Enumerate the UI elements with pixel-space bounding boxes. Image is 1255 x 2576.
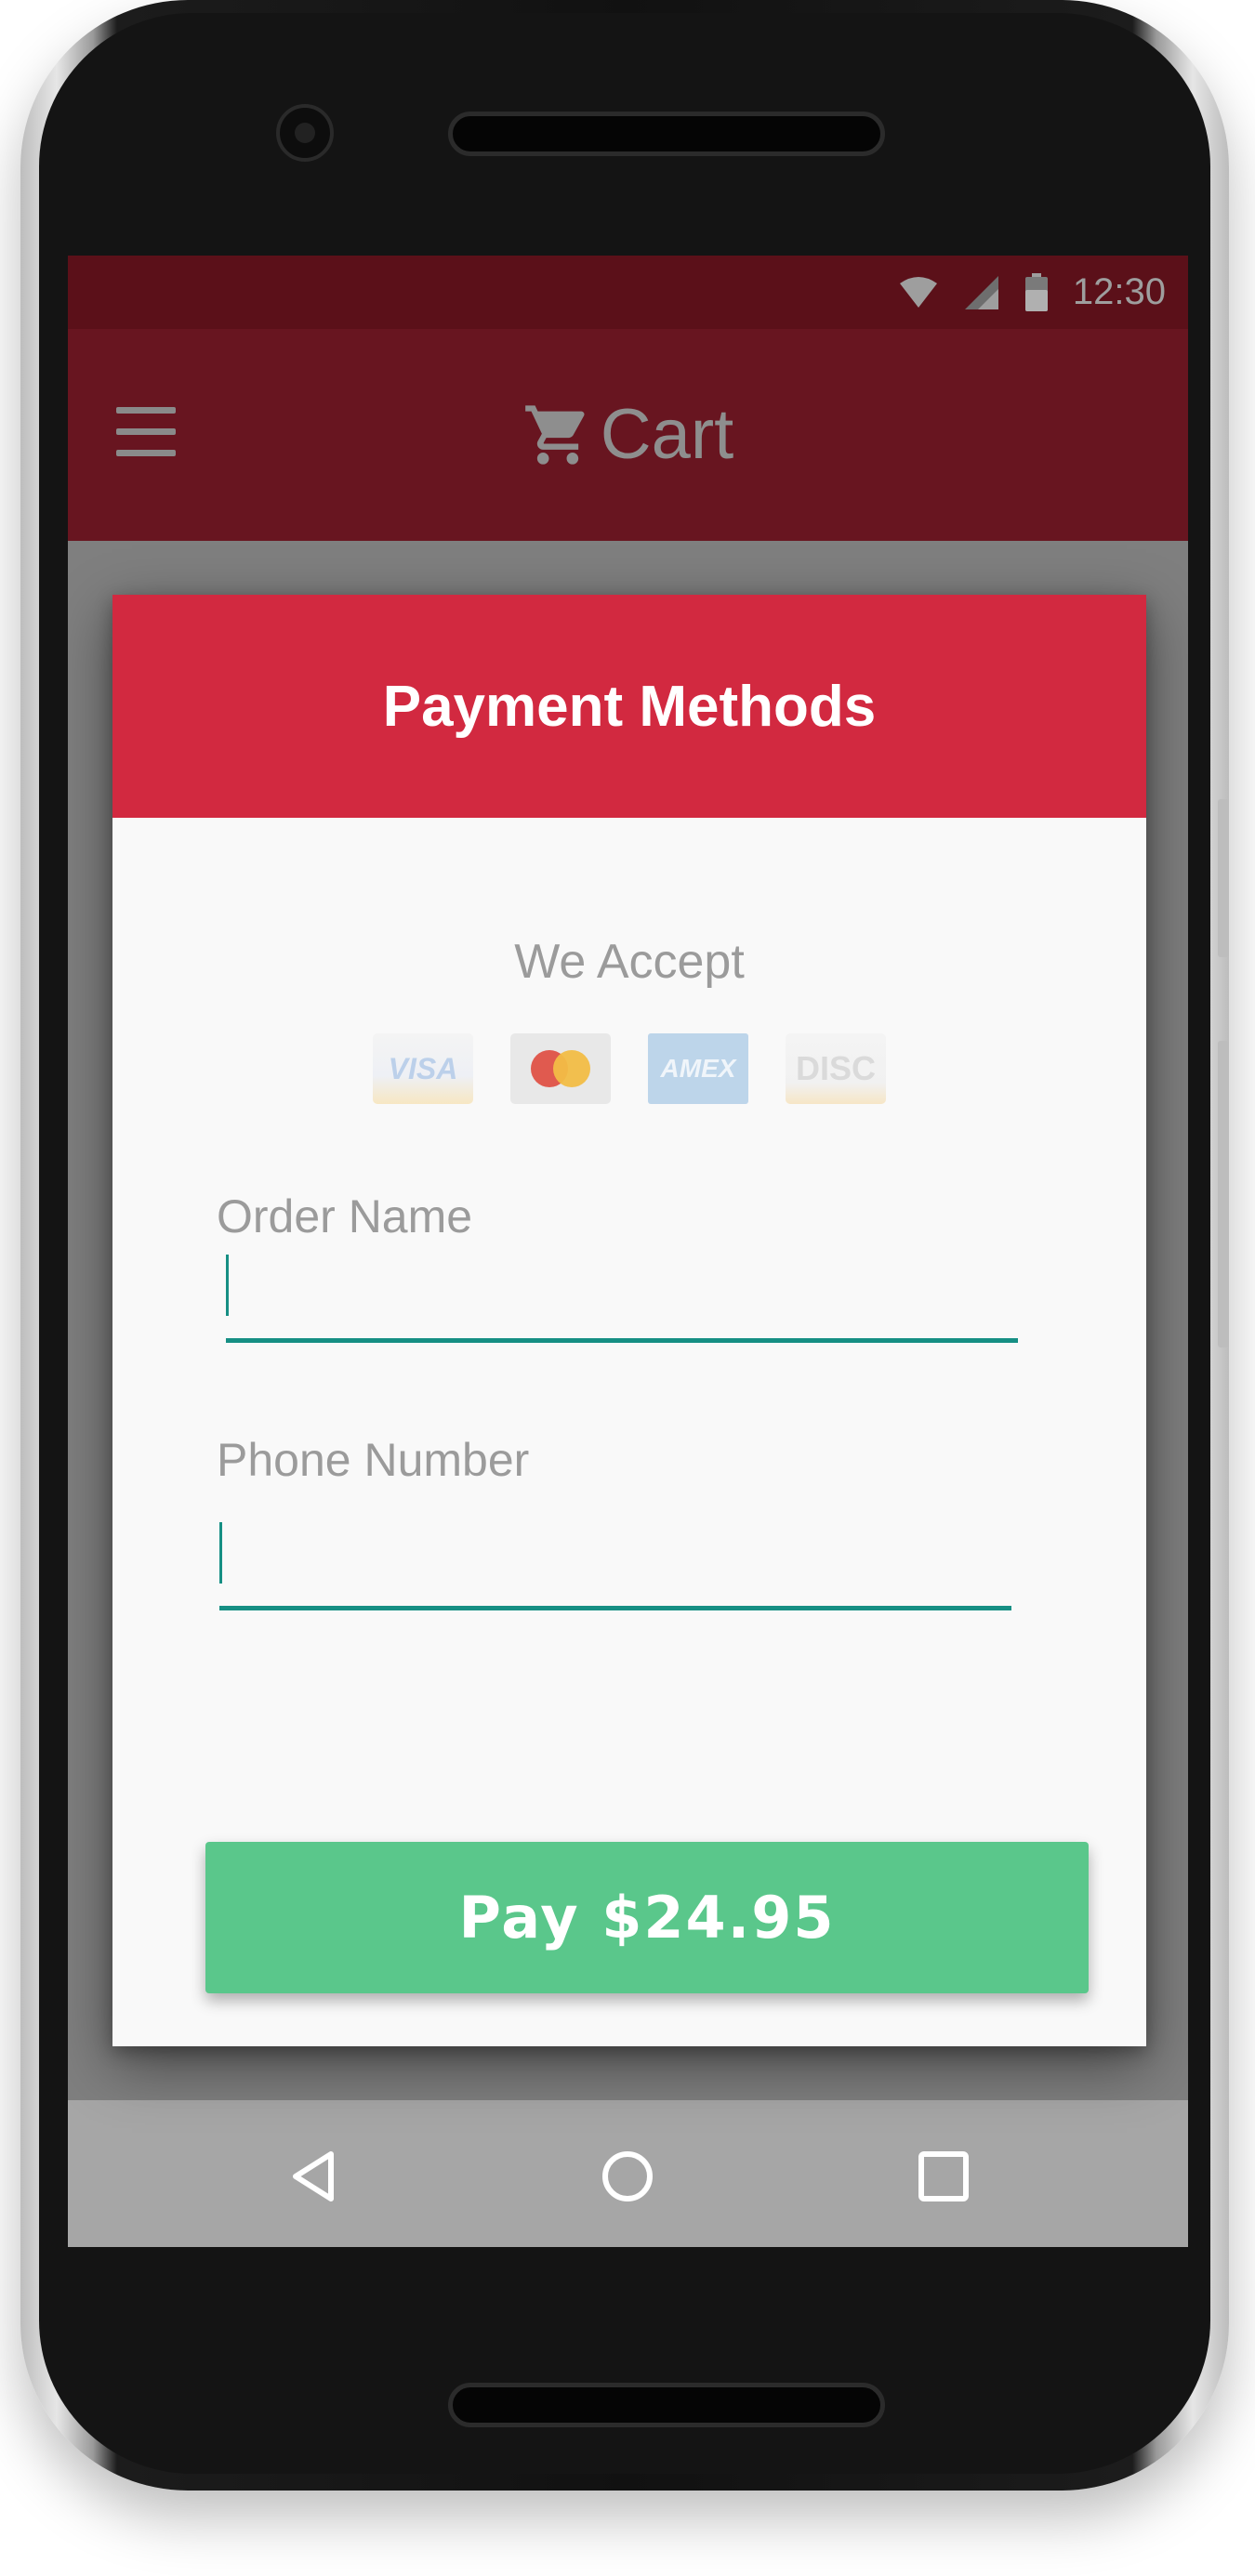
payment-dialog: Payment Methods We Accept VISA AMEX DISC…	[112, 595, 1146, 2046]
order-name-label: Order Name	[217, 1190, 473, 1242]
app-bar: Cart	[68, 329, 1188, 541]
bottom-speaker	[448, 2383, 885, 2427]
visa-card-icon: VISA	[373, 1033, 473, 1104]
pay-button[interactable]: Pay $24.95	[205, 1842, 1089, 1993]
status-icons: 12:30	[898, 256, 1166, 329]
order-name-input[interactable]	[226, 1245, 1018, 1343]
text-caret	[219, 1522, 222, 1584]
status-time: 12:30	[1072, 271, 1166, 312]
discover-card-text: DISC	[795, 1049, 876, 1087]
dialog-title: Payment Methods	[382, 674, 877, 739]
dialog-header: Payment Methods	[112, 595, 1146, 818]
amex-card-icon: AMEX	[648, 1033, 748, 1104]
home-circle-icon[interactable]	[600, 2149, 655, 2204]
screen: 12:30 Cart Payment Methods We Accept VIS…	[68, 256, 1188, 2247]
back-triangle-icon[interactable]	[286, 2149, 342, 2204]
battery-icon	[1024, 272, 1048, 311]
mastercard-icon	[510, 1033, 611, 1104]
status-bar: 12:30	[68, 256, 1188, 329]
app-title: Cart	[600, 395, 734, 474]
phone-number-input[interactable]	[219, 1513, 1011, 1610]
power-button	[1218, 1041, 1229, 1347]
mastercard-logo	[531, 1050, 590, 1087]
visa-card-text: VISA	[388, 1051, 458, 1085]
discover-card-icon: DISC	[786, 1033, 886, 1104]
shopping-cart-icon	[524, 404, 585, 465]
front-camera	[276, 104, 334, 162]
phone-number-label: Phone Number	[217, 1434, 530, 1486]
accepted-cards-label: We Accept	[514, 935, 745, 989]
top-speaker	[448, 112, 885, 156]
app-title-group: Cart	[68, 394, 1188, 475]
text-caret	[226, 1255, 229, 1316]
volume-button	[1218, 799, 1229, 957]
recents-square-icon[interactable]	[916, 2149, 971, 2204]
pay-button-label: Pay $24.95	[458, 1884, 836, 1952]
cell-signal-icon	[964, 275, 998, 309]
wifi-icon	[899, 276, 937, 308]
accepted-cards: VISA AMEX DISC	[373, 1033, 886, 1104]
navigation-bar	[68, 2100, 1188, 2247]
amex-card-text: AMEX	[660, 1054, 736, 1083]
